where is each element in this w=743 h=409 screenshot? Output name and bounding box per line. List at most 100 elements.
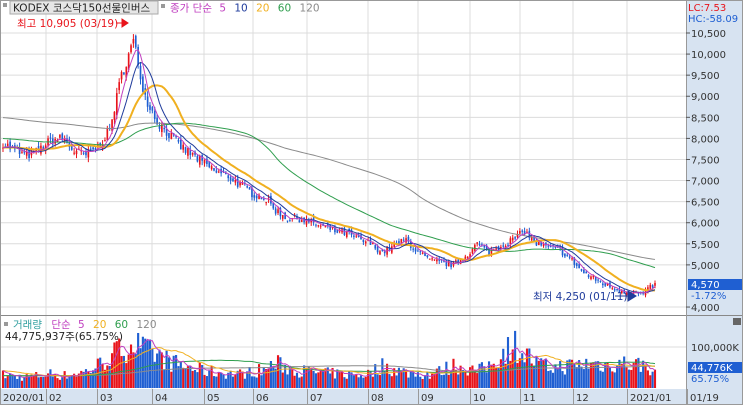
candle-down — [123, 72, 125, 75]
candle-down — [92, 147, 94, 150]
candle-down — [274, 208, 277, 214]
candle-up — [73, 152, 75, 154]
volume-bar — [438, 366, 441, 388]
candle-up — [611, 288, 614, 290]
volume-bar — [224, 378, 227, 388]
volume-bar — [627, 369, 630, 388]
volume-bar — [182, 367, 185, 388]
volume-bar — [364, 376, 367, 388]
candle-up — [118, 82, 121, 91]
volume-bar — [445, 361, 448, 388]
candle-up — [319, 225, 322, 227]
volume-bar — [92, 370, 95, 388]
candle-down — [585, 271, 588, 274]
hc-label: HC:-58.09 — [688, 14, 738, 25]
volume-bar — [466, 375, 469, 388]
volume-bar — [329, 373, 332, 388]
volume-bar — [625, 367, 628, 388]
candle-up — [210, 166, 213, 170]
candle-down — [417, 250, 419, 252]
volume-bar — [649, 375, 652, 388]
volume-bar — [56, 378, 59, 388]
candle-down — [507, 244, 509, 246]
volume-bar — [421, 378, 424, 388]
volume-bar — [563, 374, 566, 388]
volume-bar — [618, 359, 621, 388]
close-panel-icon[interactable] — [733, 318, 741, 325]
volume-bar — [220, 372, 223, 388]
volume-bar — [340, 370, 344, 388]
candle-down — [376, 246, 379, 253]
candle-down — [289, 220, 291, 222]
candle-down — [177, 140, 180, 142]
volume-bar — [75, 376, 78, 388]
volume-badge-pct: 65.75% — [691, 374, 729, 385]
volume-bar — [480, 362, 483, 388]
candle-down — [253, 195, 256, 198]
volume-bar — [359, 375, 363, 388]
volume-bar — [170, 371, 173, 388]
candle-down — [134, 35, 137, 48]
volume-bar — [386, 363, 389, 388]
volume-bar — [281, 372, 284, 388]
volume-bar — [215, 376, 218, 388]
volume-bar — [471, 365, 474, 388]
volume-bar — [599, 370, 602, 388]
candle-down — [566, 254, 569, 256]
x-tick-label: 04 — [155, 393, 168, 404]
volume-bar — [65, 378, 69, 388]
candle-up — [433, 259, 436, 261]
volume-bar — [191, 370, 194, 388]
x-tick-label: 10 — [473, 393, 486, 404]
volume-bar — [184, 368, 187, 388]
volume-bar — [476, 373, 479, 388]
candle-down — [587, 275, 590, 278]
volume-bar — [179, 361, 182, 388]
volume-bar — [651, 371, 654, 388]
volume-bar — [189, 365, 192, 388]
candle-up — [217, 171, 220, 173]
volume-bar — [129, 344, 133, 388]
candle-up — [21, 151, 23, 153]
candle-down — [578, 264, 580, 269]
candle-up — [364, 241, 367, 244]
y-tick-label: 7,000 — [691, 177, 720, 188]
volume-bar — [205, 376, 208, 388]
candle-down — [298, 220, 301, 223]
volume-bar — [473, 370, 476, 388]
chart-canvas: 10,500 10,000 9,500 9,000 8,500 8,000 7,500 7,0… — [0, 0, 743, 405]
volume-bar — [113, 342, 116, 388]
volume-bar — [492, 363, 495, 388]
volume-bar — [177, 366, 180, 388]
stock-chart: 10,500 10,000 9,500 9,000 8,500 8,000 7,500 7,0… — [0, 0, 743, 405]
volume-bar — [440, 375, 443, 388]
candle-up — [130, 45, 132, 53]
volume-bar — [217, 372, 220, 388]
volume-bar — [551, 372, 555, 388]
volume-bar — [108, 366, 111, 388]
volume-bar — [227, 372, 230, 388]
candle-down — [402, 239, 405, 241]
volume-bar — [483, 366, 486, 388]
x-tick-label: 03 — [100, 393, 113, 404]
candle-down — [583, 269, 585, 274]
volume-bar — [352, 375, 355, 388]
candle-down — [139, 65, 142, 80]
candle-up — [511, 237, 514, 241]
volume-bar — [234, 374, 237, 388]
volume-bar — [137, 332, 140, 388]
candle-up — [495, 248, 497, 250]
candle-up — [466, 256, 469, 259]
volume-bar — [293, 375, 296, 388]
x-tick-label: 01/19 — [690, 393, 719, 404]
volume-bar — [103, 369, 107, 388]
volume-bar — [525, 348, 529, 388]
volume-bar — [537, 360, 540, 388]
volume-bar — [94, 368, 97, 388]
volume-bar — [367, 369, 370, 388]
y-tick-label: 9,000 — [691, 92, 720, 103]
candle-up — [198, 155, 201, 165]
candle-down — [146, 96, 149, 107]
x-tick-label: 07 — [310, 393, 323, 404]
volume-bar — [400, 370, 403, 388]
